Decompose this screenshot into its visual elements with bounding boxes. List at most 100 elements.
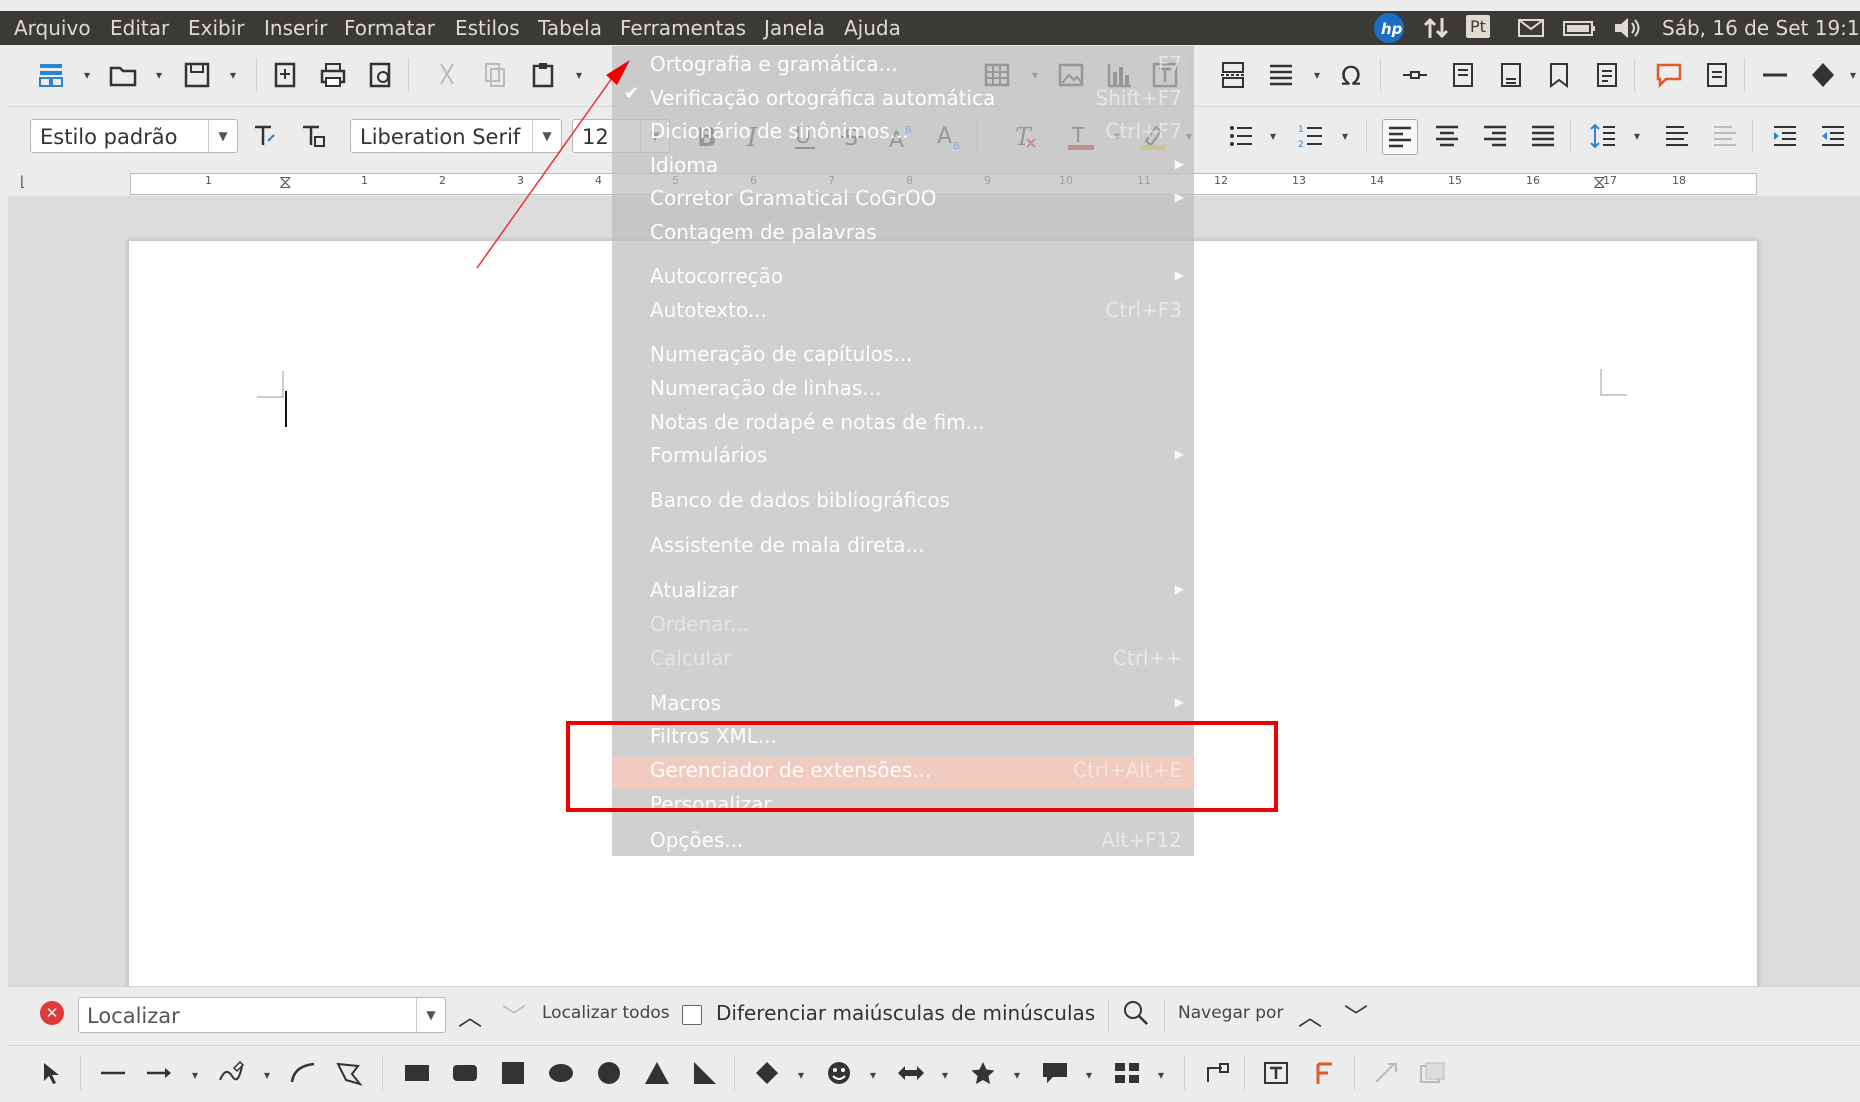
flowchart-shape-icon[interactable]: [1112, 1060, 1142, 1086]
menu-tabela[interactable]: Tabela: [538, 16, 602, 40]
circle-tool-icon[interactable]: [594, 1060, 624, 1086]
right-indent-marker[interactable]: ⧖: [1593, 172, 1606, 193]
print-icon[interactable]: [316, 58, 350, 92]
chevron-down-icon[interactable]: ▾: [1342, 129, 1348, 143]
menu-item-spelling[interactable]: Ortografia e gramática...: [650, 52, 898, 76]
arrow-line-tool-icon[interactable]: [144, 1060, 174, 1086]
cut-icon[interactable]: [430, 58, 464, 92]
chevron-down-icon[interactable]: ▾: [1314, 68, 1320, 82]
insert-comment-icon[interactable]: [1652, 58, 1686, 92]
insert-line-icon[interactable]: [1758, 58, 1792, 92]
network-updown-icon[interactable]: [1422, 14, 1450, 47]
update-style-icon[interactable]: [248, 119, 282, 153]
chevron-down-icon[interactable]: ▾: [1634, 129, 1640, 143]
chevron-down-icon[interactable]: ▾: [1014, 1068, 1020, 1082]
menu-editar[interactable]: Editar: [110, 16, 169, 40]
paragraph-style-combo[interactable]: Estilo padrão ▼: [30, 119, 238, 153]
menu-item-forms[interactable]: Formulários: [650, 443, 767, 467]
menu-item-bibliography-db[interactable]: Banco de dados bibliográficos: [650, 488, 950, 512]
line-spacing-icon[interactable]: [1586, 119, 1620, 153]
find-all-button[interactable]: Localizar todos: [542, 1003, 670, 1023]
mail-icon[interactable]: [1516, 14, 1546, 47]
export-pdf-icon[interactable]: [268, 58, 302, 92]
menu-item-auto-spellcheck[interactable]: Verificação ortográfica automática: [650, 86, 995, 110]
menu-arquivo[interactable]: Arquivo: [14, 16, 91, 40]
select-arrow-icon[interactable]: [38, 1060, 64, 1086]
menu-item-mail-merge[interactable]: Assistente de mala direta...: [650, 533, 925, 557]
special-character-icon[interactable]: Ω: [1336, 58, 1370, 92]
menu-item-chapter-numbering[interactable]: Numeração de capítulos...: [650, 342, 912, 366]
align-left-icon[interactable]: [1382, 119, 1418, 155]
block-arrow-shape-icon[interactable]: [896, 1060, 926, 1086]
chevron-down-icon[interactable]: ▾: [1270, 129, 1276, 143]
menu-item-thesaurus[interactable]: Dicionário de sinônimos...: [650, 119, 909, 143]
find-previous-icon[interactable]: ︿: [458, 997, 482, 1032]
chevron-down-icon[interactable]: ▾: [264, 1068, 270, 1082]
menu-item-word-count[interactable]: Contagem de palavras: [650, 220, 877, 244]
chevron-down-icon[interactable]: ▾: [156, 68, 162, 82]
insert-hyperlink-icon[interactable]: [1398, 58, 1432, 92]
new-style-icon[interactable]: [296, 119, 330, 153]
menu-item-sort[interactable]: Ordenar...: [650, 612, 749, 636]
menu-inserir[interactable]: Inserir: [264, 16, 327, 40]
rectangle-tool-icon[interactable]: [402, 1060, 432, 1086]
chevron-down-icon[interactable]: ▾: [576, 68, 582, 82]
battery-icon[interactable]: [1562, 14, 1598, 47]
hp-logo-icon[interactable]: hp: [1372, 11, 1406, 50]
chevron-down-icon[interactable]: ▼: [532, 120, 561, 152]
align-right-icon[interactable]: [1478, 119, 1512, 153]
chevron-down-icon[interactable]: ▾: [798, 1068, 804, 1082]
insert-field-icon[interactable]: [1264, 58, 1298, 92]
menu-item-autocorrect[interactable]: Autocorreção: [650, 264, 783, 288]
menu-janela[interactable]: Janela: [764, 16, 825, 40]
chevron-down-icon[interactable]: ▾: [1158, 1068, 1164, 1082]
chevron-down-icon[interactable]: ▾: [84, 68, 90, 82]
match-case-checkbox[interactable]: [682, 1005, 702, 1025]
navigate-down-icon[interactable]: ﹀: [1344, 997, 1368, 1032]
find-next-icon[interactable]: ﹀: [502, 997, 526, 1032]
menu-item-options[interactable]: Opções...: [650, 828, 743, 852]
paste-icon[interactable]: [526, 58, 560, 92]
menu-exibir[interactable]: Exibir: [188, 16, 245, 40]
toggle-sidebar-icon[interactable]: [34, 58, 68, 92]
decrease-paragraph-spacing-icon[interactable]: [1708, 119, 1742, 153]
find-input[interactable]: Localizar ▼: [78, 997, 446, 1033]
menu-item-calculate[interactable]: Calcular: [650, 646, 731, 670]
close-icon[interactable]: ✕: [40, 1001, 64, 1025]
navigate-up-icon[interactable]: ︿: [1298, 997, 1322, 1032]
menu-ferramentas[interactable]: Ferramentas: [620, 16, 746, 40]
left-indent-marker[interactable]: ⧖: [279, 172, 292, 193]
shadow-icon[interactable]: [1418, 1060, 1448, 1086]
justify-icon[interactable]: [1526, 119, 1560, 153]
align-center-icon[interactable]: [1430, 119, 1464, 153]
menu-ajuda[interactable]: Ajuda: [844, 16, 901, 40]
chevron-down-icon[interactable]: ▾: [230, 68, 236, 82]
insert-endnote-icon[interactable]: [1494, 58, 1528, 92]
keyboard-layout-indicator[interactable]: Pt: [1466, 15, 1490, 38]
menu-item-macros[interactable]: Macros: [650, 691, 721, 715]
star-shape-icon[interactable]: [968, 1060, 998, 1086]
save-icon[interactable]: [180, 58, 214, 92]
chevron-down-icon[interactable]: ▼: [416, 998, 445, 1032]
insert-textbox-icon[interactable]: [1262, 1060, 1292, 1086]
line-tool-icon[interactable]: [98, 1060, 128, 1086]
menu-item-language[interactable]: Idioma: [650, 153, 718, 177]
polygon-tool-icon[interactable]: [334, 1060, 364, 1086]
print-preview-icon[interactable]: [364, 58, 398, 92]
freeform-line-icon[interactable]: [216, 1060, 246, 1086]
rounded-rectangle-tool-icon[interactable]: [450, 1060, 480, 1086]
clock-datetime[interactable]: Sáb, 16 de Set 19:10: [1662, 16, 1860, 40]
points-edit-icon[interactable]: [1202, 1060, 1232, 1086]
open-folder-icon[interactable]: [106, 58, 140, 92]
triangle-tool-icon[interactable]: [642, 1060, 672, 1086]
menu-item-footnotes[interactable]: Notas de rodapé e notas de fim...: [650, 410, 985, 434]
chevron-down-icon[interactable]: ▼: [208, 120, 237, 152]
menu-item-cogroo[interactable]: Corretor Gramatical CoGrOO: [650, 186, 937, 210]
menu-item-autotext[interactable]: Autotexto...: [650, 298, 767, 322]
square-tool-icon[interactable]: [498, 1060, 528, 1086]
chevron-down-icon[interactable]: ▾: [192, 1068, 198, 1082]
menu-formatar[interactable]: Formatar: [344, 16, 435, 40]
diamond-shape-icon[interactable]: [752, 1060, 782, 1086]
increase-paragraph-spacing-icon[interactable]: [1660, 119, 1694, 153]
tab-stop-selector[interactable]: ⌊: [20, 174, 25, 190]
